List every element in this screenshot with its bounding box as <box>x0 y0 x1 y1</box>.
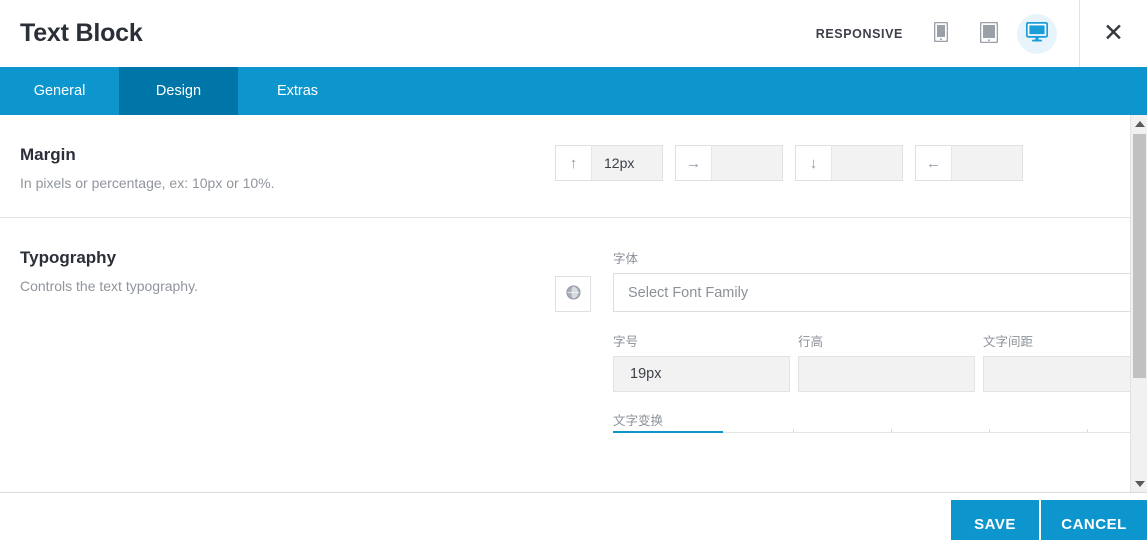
desktop-icon <box>1025 21 1049 45</box>
globe-button[interactable] <box>555 276 591 313</box>
margin-input-row: ↑ → ↓ ← <box>555 145 1110 181</box>
modal-body: Margin In pixels or percentage, ex: 10px… <box>0 115 1147 492</box>
line-height-input[interactable] <box>798 356 975 393</box>
margin-top-group: ↑ <box>555 145 663 181</box>
tab-bar: General Design Extras <box>0 67 1147 115</box>
typography-description: Controls the text typography. <box>20 278 198 295</box>
scroll-down-button[interactable] <box>1131 475 1147 492</box>
tab-extras[interactable]: Extras <box>238 67 357 115</box>
font-size-field: 字号 <box>613 331 790 393</box>
margin-top-input[interactable] <box>592 146 662 180</box>
arrow-up-icon: ↑ <box>556 146 592 180</box>
modal-footer: SAVE CANCEL <box>0 492 1147 540</box>
text-transform-active-underline <box>613 431 723 434</box>
scroll-up-button[interactable] <box>1131 115 1147 132</box>
arrow-left-icon: ← <box>916 146 952 180</box>
cancel-button[interactable]: CANCEL <box>1041 500 1147 540</box>
typography-section-info: Typography Controls the text typography. <box>20 246 555 432</box>
font-family-select[interactable]: Select Font Family <box>613 273 1130 313</box>
section-typography: Typography Controls the text typography. <box>0 217 1130 434</box>
line-height-label: 行高 <box>798 335 824 350</box>
font-size-label: 字号 <box>613 335 639 350</box>
header-controls: RESPONSIVE ✕ <box>816 0 1147 67</box>
margin-controls: ↑ → ↓ ← <box>555 143 1110 192</box>
track-tick <box>1087 429 1088 433</box>
responsive-label: RESPONSIVE <box>815 26 903 41</box>
track-tick <box>989 429 990 433</box>
device-toggle-desktop[interactable] <box>1017 13 1057 54</box>
mobile-icon <box>933 21 949 45</box>
vertical-scrollbar[interactable] <box>1130 115 1147 492</box>
margin-right-group: → <box>675 145 783 181</box>
font-family-row: 字体 Select Font Family <box>555 248 1130 313</box>
triangle-down-icon <box>1134 480 1145 487</box>
font-family-field: 字体 Select Font Family <box>613 248 1130 313</box>
font-size-input[interactable] <box>613 356 790 393</box>
typography-title: Typography <box>20 248 117 268</box>
close-icon: ✕ <box>1103 19 1124 47</box>
text-transform-field[interactable]: 文字变换 <box>613 410 1130 434</box>
margin-description: In pixels or percentage, ex: 10px or 10%… <box>20 175 275 191</box>
text-transform-track <box>723 432 1130 434</box>
track-tick <box>793 429 794 433</box>
margin-left-group: ← <box>915 145 1023 181</box>
line-height-field: 行高 <box>798 331 975 393</box>
track-tick <box>891 429 892 433</box>
device-toggle-mobile[interactable] <box>921 14 961 54</box>
letter-spacing-label: 文字间距 <box>983 335 1034 350</box>
device-toggle-tablet[interactable] <box>969 14 1009 54</box>
letter-spacing-input[interactable] <box>983 356 1130 393</box>
scrollbar-thumb[interactable] <box>1133 134 1146 378</box>
save-button[interactable]: SAVE <box>951 500 1039 540</box>
close-button[interactable]: ✕ <box>1080 0 1147 67</box>
tablet-icon <box>979 21 999 46</box>
margin-left-input[interactable] <box>952 146 1022 180</box>
tab-general[interactable]: General <box>0 67 119 115</box>
margin-title: Margin <box>20 145 76 164</box>
margin-bottom-group: ↓ <box>795 145 903 181</box>
globe-icon <box>565 285 581 303</box>
page-title: Text Block <box>20 19 143 47</box>
font-family-label: 字体 <box>613 252 639 267</box>
margin-right-input[interactable] <box>712 146 782 180</box>
arrow-down-icon: ↓ <box>796 146 832 180</box>
font-metrics-row: 字号 行高 文字间距 <box>613 331 1130 393</box>
letter-spacing-field: 文字间距 <box>983 331 1130 393</box>
margin-section-info: Margin In pixels or percentage, ex: 10px… <box>20 143 555 192</box>
triangle-up-icon <box>1134 120 1145 127</box>
settings-scroll-content: Margin In pixels or percentage, ex: 10px… <box>0 115 1130 492</box>
text-transform-label: 文字变换 <box>613 414 664 429</box>
arrow-right-icon: → <box>676 146 712 180</box>
tab-design[interactable]: Design <box>119 67 238 115</box>
text-block-settings-modal: Text Block RESPONSIVE ✕ General Design E… <box>0 0 1147 540</box>
modal-header: Text Block RESPONSIVE ✕ <box>0 0 1147 67</box>
section-margin: Margin In pixels or percentage, ex: 10px… <box>0 115 1130 192</box>
font-family-value: Select Font Family <box>628 284 749 301</box>
margin-bottom-input[interactable] <box>832 146 902 180</box>
typography-controls: 字体 Select Font Family 字号 19px 行高 文字间距 文字… <box>555 246 1130 434</box>
